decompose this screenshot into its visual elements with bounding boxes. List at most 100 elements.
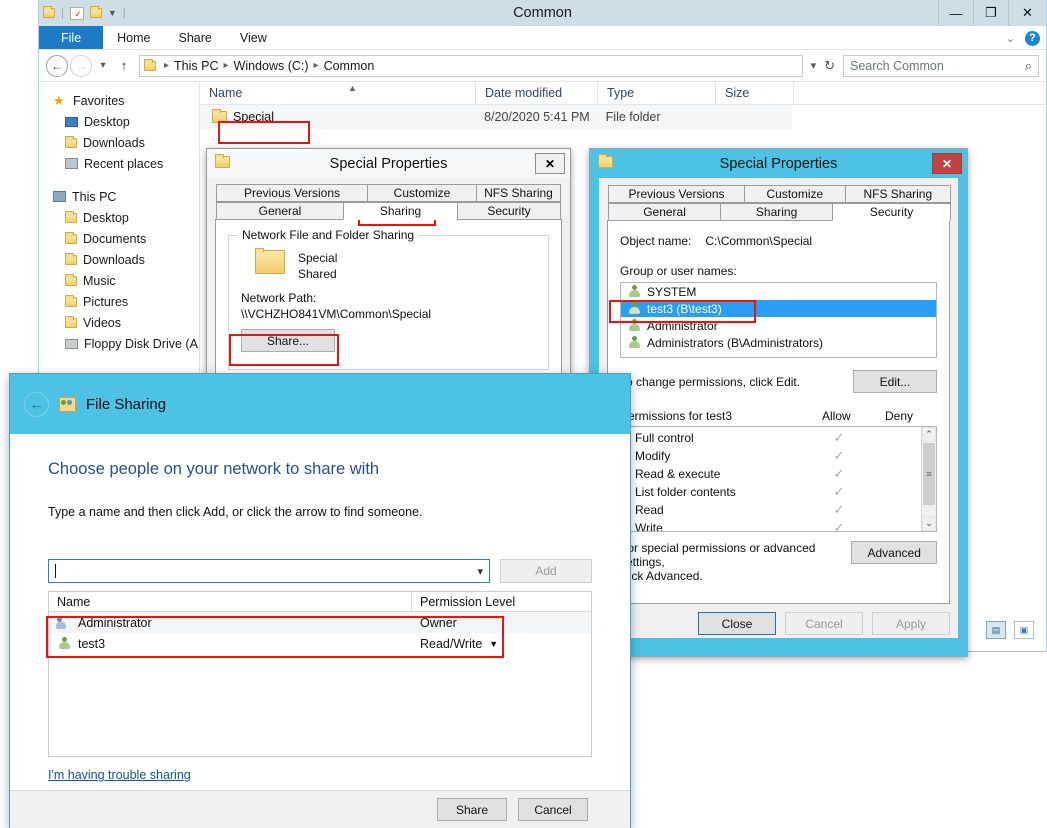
tab-home[interactable]: Home (103, 26, 164, 49)
permission-label: Modify (621, 449, 810, 463)
permissions-scrollbar[interactable]: ⌃ ≡ ⌄ (921, 427, 936, 531)
folder-icon (207, 155, 230, 173)
tab-sharing[interactable]: Sharing (343, 202, 458, 220)
table-row[interactable]: test3 Read/Write ▼ (49, 633, 591, 654)
maximize-button[interactable]: ❐ (973, 0, 1008, 26)
close-button[interactable]: ✕ (1008, 0, 1046, 26)
column-header-name[interactable]: Name (49, 592, 412, 611)
sidebar-item-favorites[interactable]: ★ Favorites (39, 90, 199, 111)
cancel-button[interactable]: Cancel (518, 798, 588, 821)
search-input[interactable]: Search Common ⌕ (843, 55, 1039, 77)
list-item[interactable]: Administrators (B\Administrators) (621, 334, 936, 351)
file-name-cell[interactable]: Special (200, 110, 475, 124)
properties-icon[interactable]: ✓ (70, 7, 84, 20)
close-button[interactable]: Close (698, 612, 776, 635)
list-item[interactable]: Administrator (621, 317, 936, 334)
column-header-permission-level[interactable]: Permission Level (412, 592, 591, 611)
scroll-up-icon[interactable]: ⌃ (922, 427, 936, 442)
permission-row[interactable]: Read ✓ (621, 501, 920, 519)
sidebar-item-this-pc[interactable]: This PC (39, 186, 199, 207)
close-icon[interactable]: ✕ (535, 153, 565, 174)
sidebar-item-music[interactable]: Music (39, 270, 199, 291)
file-date-cell: 8/20/2020 5:41 PM (475, 110, 597, 124)
permission-row[interactable]: List folder contents ✓ (621, 483, 920, 501)
breadcrumb-sep-0: ▸ (161, 60, 172, 71)
cancel-button[interactable]: Cancel (785, 612, 863, 635)
tab-row-1: Previous Versions Customize NFS Sharing (607, 185, 950, 203)
permission-row[interactable]: Read & execute ✓ (621, 465, 920, 483)
tab-nfs-sharing[interactable]: NFS Sharing (845, 185, 951, 203)
up-button[interactable]: ↑ (114, 58, 134, 73)
column-header-type[interactable]: Type (598, 82, 716, 105)
breadcrumb-this-pc[interactable]: This PC (174, 59, 218, 73)
details-view-icon[interactable]: ▤ (986, 621, 1006, 639)
add-button[interactable]: Add (500, 559, 592, 583)
sidebar-item-videos[interactable]: Videos (39, 312, 199, 333)
list-item[interactable]: SYSTEM (621, 283, 936, 300)
tab-previous-versions[interactable]: Previous Versions (216, 184, 368, 202)
tab-file[interactable]: File (39, 26, 103, 49)
table-row[interactable]: Special 8/20/2020 5:41 PM File folder (200, 105, 792, 129)
chevron-down-icon[interactable]: ▼ (489, 639, 498, 649)
dropdown-caret-icon[interactable]: ▼ (108, 8, 117, 18)
trouble-sharing-link[interactable]: I'm having trouble sharing (48, 768, 191, 782)
tab-sharing[interactable]: Sharing (720, 203, 833, 221)
recent-locations-button[interactable]: ▾ (94, 60, 112, 71)
sidebar-item-pictures[interactable]: Pictures (39, 291, 199, 312)
sidebar-item-downloads[interactable]: Downloads (39, 249, 199, 270)
column-header-size[interactable]: Size (716, 82, 794, 105)
name-input[interactable]: ▾ (48, 559, 490, 583)
forward-button[interactable]: → (70, 55, 92, 77)
search-icon[interactable]: ⌕ (1025, 58, 1032, 74)
breadcrumb[interactable]: ▸ This PC ▸ Windows (C:) ▸ Common (139, 55, 803, 77)
permission-row[interactable]: Full control ✓ (621, 429, 920, 447)
sidebar-item-desktop[interactable]: Desktop (39, 207, 199, 228)
sidebar-item-floppy-drive[interactable]: Floppy Disk Drive (A (39, 333, 199, 354)
column-header-date[interactable]: Date modified (476, 82, 598, 105)
tab-security[interactable]: Security (832, 203, 951, 221)
tab-security[interactable]: Security (457, 202, 561, 220)
close-icon[interactable]: ✕ (932, 153, 962, 174)
apply-button[interactable]: Apply (872, 612, 950, 635)
list-item-selected[interactable]: test3 (B\test3) (621, 300, 936, 317)
refresh-icon[interactable]: ↻ (824, 58, 835, 74)
tab-nfs-sharing[interactable]: NFS Sharing (476, 184, 561, 202)
sidebar-item-downloads-fav[interactable]: Downloads (39, 132, 199, 153)
minimize-button[interactable]: — (938, 0, 973, 26)
back-button[interactable]: ← (46, 55, 68, 77)
chevron-down-icon[interactable]: ⌄ (1006, 32, 1015, 45)
tab-customize[interactable]: Customize (744, 185, 846, 203)
sidebar-item-recent-places[interactable]: Recent places (39, 153, 199, 174)
scrollbar-thumb[interactable]: ≡ (923, 443, 935, 505)
back-button[interactable]: ← (24, 392, 49, 417)
edit-button[interactable]: Edit... (853, 370, 937, 393)
sidebar-item-desktop-fav[interactable]: Desktop (39, 111, 199, 132)
sidebar-item-documents[interactable]: Documents (39, 228, 199, 249)
scroll-down-icon[interactable]: ⌄ (922, 516, 936, 531)
breadcrumb-common[interactable]: Common (324, 59, 375, 73)
tab-previous-versions[interactable]: Previous Versions (608, 185, 745, 203)
tab-general[interactable]: General (608, 203, 721, 221)
column-header-name[interactable]: Name (200, 82, 476, 105)
permission-row[interactable]: Write ✓ (621, 519, 920, 532)
share-permission-level[interactable]: Read/Write (420, 637, 482, 651)
advanced-button[interactable]: Advanced (851, 541, 937, 564)
new-folder-icon[interactable] (90, 8, 102, 18)
tab-share[interactable]: Share (165, 26, 226, 49)
help-icon[interactable]: ? (1025, 31, 1040, 46)
chevron-down-icon[interactable]: ▾ (477, 565, 483, 578)
breadcrumb-windows-c[interactable]: Windows (C:) (234, 59, 309, 73)
instruction-text: Type a name and then click Add, or click… (48, 479, 592, 519)
table-row[interactable]: Administrator Owner (49, 612, 591, 633)
sidebar-label: Desktop (84, 115, 130, 129)
share-button[interactable]: Share (437, 798, 507, 821)
permissions-listbox[interactable]: Full control ✓ Modify ✓ Read & execute ✓ (620, 426, 937, 532)
tab-customize[interactable]: Customize (367, 184, 477, 202)
group-user-listbox[interactable]: SYSTEM test3 (B\test3) Administrator Adm… (620, 282, 937, 358)
permission-row[interactable]: Modify ✓ (621, 447, 920, 465)
tab-general[interactable]: General (216, 202, 344, 220)
share-button[interactable]: Share... (241, 329, 335, 352)
tab-view[interactable]: View (226, 26, 281, 49)
large-icons-view-icon[interactable]: ▣ (1014, 621, 1034, 639)
address-dropdown-icon[interactable]: ▾ (811, 59, 817, 72)
